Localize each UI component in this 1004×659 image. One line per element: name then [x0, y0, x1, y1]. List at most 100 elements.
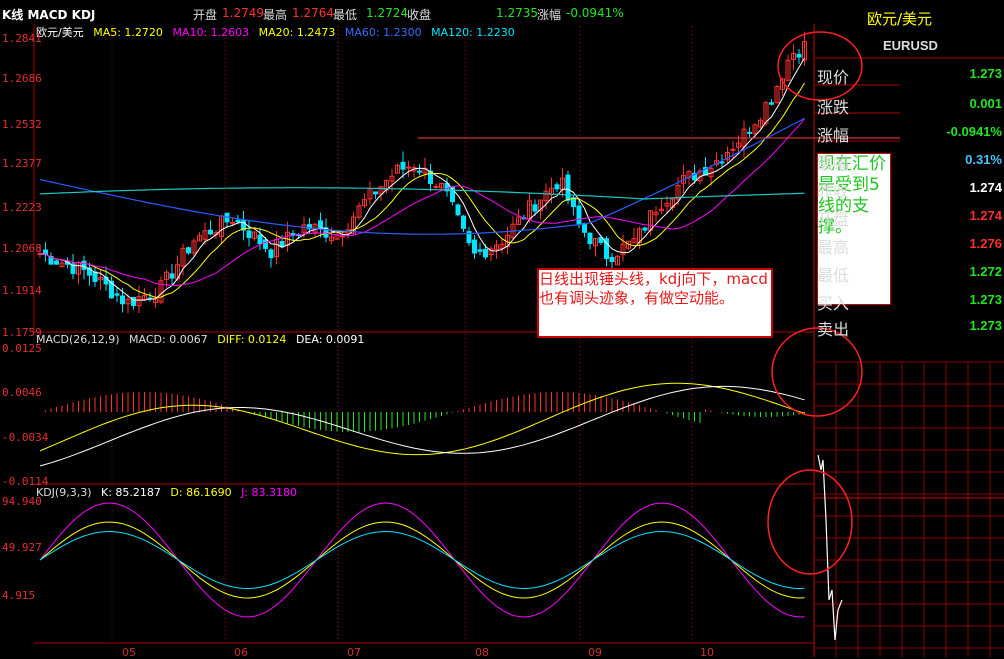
candle-body: [208, 229, 213, 235]
chart-title: K线 MACD KDJ: [2, 8, 96, 22]
j-value: J: 83.3180: [241, 486, 298, 499]
quote-label: 最高: [817, 238, 850, 257]
quote-label: 最低: [817, 266, 850, 285]
x-tick-month: 06: [234, 646, 248, 659]
quote-label: 震幅: [817, 154, 850, 173]
candle-body: [114, 293, 120, 296]
diff-line: [39, 382, 805, 456]
legend-ma20: MA20: 1.2473: [258, 26, 336, 39]
change-value: -0.0941%: [566, 6, 624, 20]
quote-row: 现价 1.273: [815, 58, 1004, 88]
candle-body: [769, 102, 774, 105]
quote-value: 1.274: [969, 180, 1002, 195]
quote-row: 最高 1.276: [815, 228, 1004, 258]
header-bar: K线 MACD KDJ 开盘 1.2749 最高 1.2764 最低 1.272…: [0, 0, 815, 24]
candle-body: [455, 204, 461, 216]
candle-body: [472, 239, 477, 254]
main-legend: 欧元/美元 MA5: 1.2720 MA10: 1.2603 MA20: 1.2…: [36, 24, 521, 40]
candle-body: [582, 223, 587, 233]
close-label: 收盘: [407, 8, 432, 22]
kdj-y-tick: 94.940: [2, 495, 42, 508]
y-tick: 1.2686: [2, 72, 42, 85]
quote-row: 昨收 1.274: [815, 172, 1004, 202]
kdj-k-line: [39, 521, 805, 599]
candle-body: [120, 295, 125, 305]
candle-body: [587, 232, 593, 245]
legend-ma10: MA10: 1.2603: [172, 26, 250, 39]
x-tick-month: 05: [122, 646, 136, 659]
candle-body: [796, 53, 802, 58]
quote-label: 涨幅: [817, 126, 850, 145]
candle-body: [290, 233, 296, 236]
dea-value: DEA: 0.0091: [295, 333, 365, 346]
high-label: 最高: [263, 8, 288, 22]
quote-label: 昨收: [817, 182, 850, 201]
ma5-line: [39, 58, 805, 301]
candle-body: [609, 256, 615, 263]
quote-value: 1.273: [969, 66, 1002, 81]
quote-label: 开盘: [817, 210, 850, 229]
quote-value: 1.276: [969, 236, 1002, 251]
macd-value: MACD: 0.0067: [129, 333, 208, 346]
candle-body: [719, 161, 725, 164]
candle-body: [406, 166, 411, 169]
candle-body: [417, 170, 422, 173]
annotation-left-note: 日线出现锤头线，kdj向下，macd也有调头迹象，有做空动能。: [537, 268, 773, 338]
quote-row: 最低 1.272: [815, 256, 1004, 286]
candle-body: [246, 230, 252, 239]
candle-body: [730, 148, 736, 151]
quote-label: 卖出: [817, 320, 850, 339]
candle-body: [565, 174, 571, 201]
dea-line: [39, 385, 805, 467]
candle-body: [461, 215, 466, 229]
y-tick: 1.2532: [2, 118, 42, 131]
kdj-y-tick: 4.915: [2, 589, 36, 602]
candle-body: [554, 184, 560, 190]
candle-body: [186, 247, 191, 254]
y-tick: 1.2377: [2, 157, 42, 170]
candle-body: [81, 260, 87, 270]
quote-value: 1.273: [969, 318, 1002, 333]
macd-y-tick: 0.0046: [2, 386, 42, 399]
candle-body: [642, 227, 648, 231]
candle-body: [576, 205, 582, 226]
quote-row: 涨跌 0.001: [815, 88, 1004, 118]
ma60-line: [39, 117, 805, 235]
quote-value: 0.001: [969, 96, 1002, 111]
change-label: 涨幅: [537, 8, 562, 22]
candle-body: [747, 131, 752, 134]
quote-row: 震幅 0.31%: [815, 144, 1004, 174]
pair-code: EURUSD: [883, 38, 938, 53]
candle-body: [373, 191, 378, 195]
candle-body: [169, 273, 175, 279]
candle-body: [257, 234, 263, 245]
quote-value: 0.31%: [965, 152, 1002, 167]
open-label: 开盘: [193, 8, 218, 22]
quote-row: 卖出 1.273: [815, 310, 1004, 340]
low-label: 最低: [333, 8, 358, 22]
candle-body: [235, 219, 241, 223]
kdj-name: KDJ(9,3,3): [36, 486, 92, 499]
candle-body: [483, 248, 488, 258]
kdj-legend: KDJ(9,3,3) K: 85.2187 D: 86.1690 J: 83.3…: [36, 486, 303, 499]
y-tick: 1.2841: [2, 32, 42, 45]
candle-body: [263, 239, 268, 249]
kdj-y-tick: 49.927: [2, 541, 42, 554]
candle-body: [318, 220, 323, 228]
macd-y-tick: -0.0034: [2, 431, 49, 444]
quote-value: 1.273: [969, 292, 1002, 307]
kdj-j-line: [39, 502, 805, 618]
legend-ma60: MA60: 1.2300: [344, 26, 422, 39]
quote-value: -0.0941%: [946, 124, 1002, 139]
pair-cn: 欧元/美元: [867, 10, 933, 28]
x-tick-month: 10: [700, 646, 714, 659]
candle-body: [268, 249, 274, 259]
candle-body: [400, 161, 406, 170]
legend-ma5: MA5: 1.2720: [93, 26, 163, 39]
close-value: 1.2735: [496, 6, 538, 20]
d-value: D: 86.1690: [170, 486, 232, 499]
quote-value: 1.272: [969, 264, 1002, 279]
quote-value: 1.274: [969, 208, 1002, 223]
candle-body: [92, 271, 98, 282]
macd-legend: MACD(26,12,9) MACD: 0.0067 DIFF: 0.0124 …: [36, 333, 370, 346]
